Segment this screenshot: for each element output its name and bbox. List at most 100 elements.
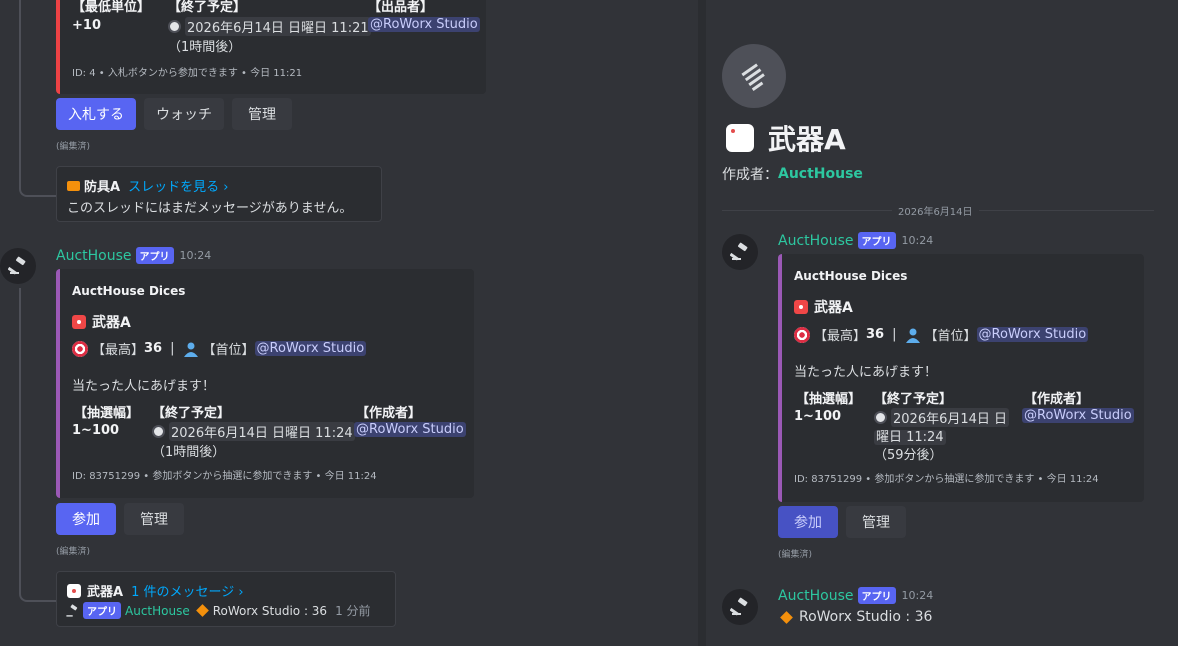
stat-value: 36	[144, 341, 163, 356]
thread-icon	[722, 44, 786, 108]
message-time: 10:24	[179, 249, 212, 262]
field-value: 2026年6月14日 日曜日 11:24	[169, 422, 355, 441]
embed-footer: ID: 83751299 • 参加ボタンから抽選に参加できます • 今日 11:…	[72, 471, 377, 482]
field-value: 2026年6月14日 日曜日 11:21	[168, 17, 371, 36]
field-name: 【終了予定】	[874, 392, 953, 407]
app-badge: アプリ	[857, 587, 896, 604]
manage-button[interactable]: 管理	[846, 506, 906, 538]
join-button[interactable]: 参加	[778, 506, 838, 538]
dice-embed: AuctHouse Dices 武器A 【最高】 36 | 【首位】 @RoWo…	[56, 269, 474, 498]
pane-divider[interactable]	[698, 0, 706, 646]
gavel-icon	[8, 256, 26, 275]
stat-label: 【最高】	[92, 343, 145, 358]
field-name: 【作成者】	[356, 406, 422, 421]
gavel-icon	[730, 242, 748, 261]
stat-label: 【首位】	[202, 343, 255, 358]
dice-icon	[726, 124, 754, 152]
creator-label: 作成者：	[722, 167, 778, 183]
auction-embed: 【最低単位】 +10 【終了予定】 2026年6月14日 日曜日 11:21 （…	[56, 0, 486, 94]
avatar[interactable]	[722, 234, 758, 270]
user-icon	[905, 328, 920, 343]
avatar[interactable]	[0, 248, 36, 284]
message-time: 10:24	[901, 589, 934, 602]
dice-icon	[67, 583, 81, 598]
view-thread-link[interactable]: スレッドを見る ›	[128, 176, 228, 195]
user-mention[interactable]: @RoWorx Studio	[976, 327, 1089, 342]
message-header: AuctHouse アプリ 10:24	[56, 247, 211, 264]
target-icon	[794, 326, 810, 343]
edited-label: (編集済)	[56, 142, 91, 152]
thread-pane: 武器A 作成者： AuctHouse 2026年6月14日 AuctHouse …	[706, 0, 1178, 646]
thread-connector	[19, 0, 57, 197]
author-name[interactable]: AuctHouse	[778, 233, 854, 249]
dice-icon	[794, 300, 808, 314]
thread-preview-2[interactable]: 武器A 1 件のメッセージ › アプリ AuctHouse RoWorx Stu…	[56, 571, 396, 627]
date-divider: 2026年6月14日	[892, 203, 979, 218]
thread-last-message: RoWorx Studio : 36	[212, 603, 328, 618]
author-name[interactable]: AuctHouse	[778, 588, 854, 604]
message-header: AuctHouse アプリ 10:24	[778, 232, 933, 249]
thread-preview-1[interactable]: 防具A スレッドを見る › このスレッドにはまだメッセージがありません。	[56, 166, 382, 222]
thread-connector	[19, 288, 57, 602]
avatar[interactable]	[722, 589, 758, 625]
field-sub: （1時間後）	[152, 445, 226, 460]
stopwatch-icon	[152, 425, 165, 438]
join-button[interactable]: 参加	[56, 503, 116, 535]
author-name: AuctHouse	[125, 603, 190, 618]
stat-separator: |	[892, 327, 897, 342]
tag-icon	[67, 180, 80, 191]
main-channel-pane: 【最低単位】 +10 【終了予定】 2026年6月14日 日曜日 11:21 （…	[0, 0, 698, 646]
field-name: 【作成者】	[1024, 392, 1090, 407]
message-text: RoWorx Studio : 36	[799, 609, 933, 625]
embed-footer: ID: 83751299 • 参加ボタンから抽選に参加できます • 今日 11:…	[794, 474, 1099, 485]
field-value: 1~100	[72, 423, 120, 438]
field-name: 【出品者】	[368, 0, 434, 15]
stat-label: 【首位】	[924, 329, 977, 344]
watch-button[interactable]: ウォッチ	[144, 98, 224, 130]
user-icon	[183, 342, 198, 357]
bid-button[interactable]: 入札する	[56, 98, 136, 130]
field-value: +10	[72, 18, 101, 33]
user-mention[interactable]: @RoWorx Studio	[368, 17, 480, 32]
message-header: AuctHouse アプリ 10:24	[778, 587, 933, 604]
embed-provider: AuctHouse Dices	[72, 284, 186, 298]
stat-label: 【最高】	[814, 329, 867, 344]
field-name: 【最低単位】	[72, 0, 151, 15]
message-time: 10:24	[901, 234, 934, 247]
embed-title: 武器A	[814, 300, 853, 316]
user-mention[interactable]: @RoWorx Studio	[354, 422, 466, 437]
embed-footer: ID: 4 • 入札ボタンから参加できます • 今日 11:21	[72, 68, 303, 79]
field-value: 2026年6月14日 日	[891, 408, 1010, 427]
embed-provider: AuctHouse Dices	[794, 269, 908, 283]
field-name: 【終了予定】	[168, 0, 247, 15]
user-mention[interactable]: @RoWorx Studio	[254, 341, 367, 356]
embed-description: 当たった人にあげます！	[72, 379, 216, 394]
dice-embed: AuctHouse Dices 武器A 【最高】 36 | 【首位】 @RoWo…	[778, 254, 1144, 502]
field-name: 【終了予定】	[152, 406, 231, 421]
manage-button[interactable]: 管理	[124, 503, 184, 535]
stat-value: 36	[866, 327, 885, 342]
creator-name[interactable]: AuctHouse	[778, 166, 863, 182]
app-badge: アプリ	[857, 232, 896, 249]
embed-title: 武器A	[92, 315, 131, 331]
thread-title: 武器A	[87, 585, 124, 600]
field-sub: （59分後）	[874, 448, 943, 463]
app-badge: アプリ	[83, 602, 121, 619]
edited-label: (編集済)	[778, 550, 813, 560]
thread-empty-text: このスレッドにはまだメッセージがありません。	[67, 201, 353, 216]
target-icon	[72, 340, 88, 357]
stat-separator: |	[170, 341, 175, 356]
diamond-icon	[195, 604, 209, 617]
field-name: 【抽選幅】	[74, 406, 140, 421]
field-sub: （1時間後）	[168, 40, 242, 55]
stopwatch-icon	[874, 411, 887, 424]
user-mention[interactable]: @RoWorx Studio	[1022, 408, 1134, 423]
field-name: 【抽選幅】	[796, 392, 862, 407]
author-name[interactable]: AuctHouse	[56, 248, 132, 264]
thread-title: 武器A	[768, 123, 846, 156]
view-thread-link[interactable]: 1 件のメッセージ ›	[131, 581, 243, 600]
app-badge: アプリ	[135, 247, 174, 264]
gavel-icon	[730, 597, 748, 616]
stopwatch-icon	[168, 20, 181, 33]
manage-button[interactable]: 管理	[232, 98, 292, 130]
